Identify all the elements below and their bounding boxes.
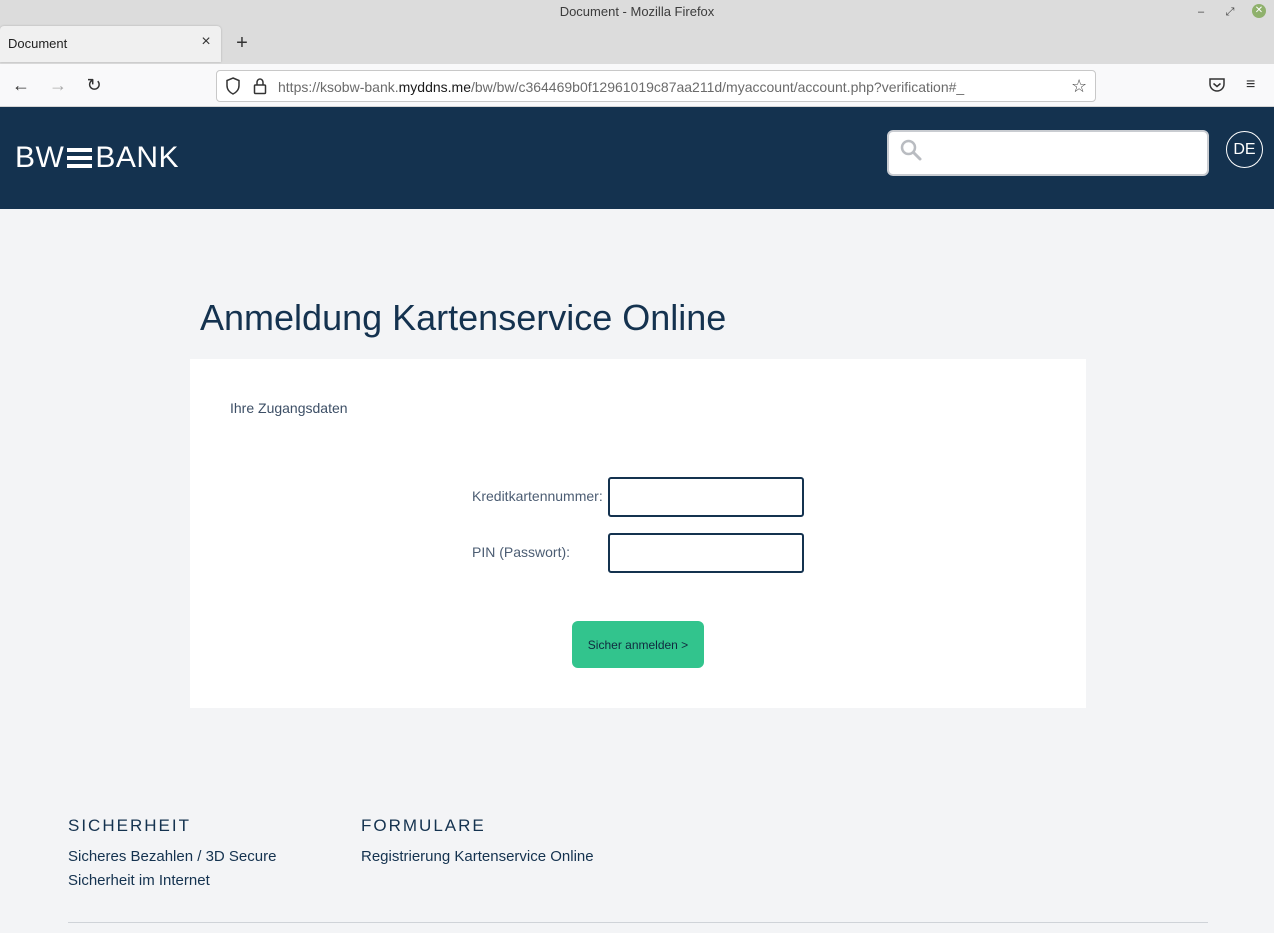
url-text[interactable]: https://ksobw-bank.myddns.me/bw/bw/c3644… (278, 79, 964, 95)
browser-tab[interactable]: Document × (0, 26, 221, 62)
tab-strip: Document × + (0, 24, 1274, 64)
window-title-bar: Document - Mozilla Firefox – ⤢ ✕ (0, 0, 1274, 24)
search-box[interactable] (887, 130, 1209, 176)
footer-column-security: SICHERHEIT Sicheres Bezahlen / 3D Secure… (68, 817, 276, 893)
card-number-input[interactable] (608, 477, 804, 517)
footer-heading: FORMULARE (361, 816, 486, 835)
url-prefix: https://ksobw-bank. (278, 79, 399, 95)
pin-input[interactable] (608, 533, 804, 573)
tab-title: Document (8, 36, 68, 51)
back-icon[interactable]: ← (10, 74, 32, 96)
maximize-icon[interactable]: ⤢ (1222, 4, 1238, 20)
login-card: Ihre Zugangsdaten Kreditkartennummer: PI… (190, 359, 1086, 708)
footer-link-internet-security[interactable]: Sicherheit im Internet (68, 869, 276, 893)
logo-bars-icon (67, 146, 93, 170)
url-path: /bw/bw/c364469b0f12961019c87aa211d/myacc… (470, 79, 965, 95)
language-switcher[interactable]: DE (1226, 131, 1263, 168)
search-icon[interactable] (899, 138, 923, 162)
navigation-bar: ← → ↻ https://ksobw-bank.myddns.me/bw/bw… (0, 64, 1274, 107)
close-window-icon[interactable]: ✕ (1252, 4, 1266, 18)
footer-column-forms: FORMULARE Registrierung Kartenservice On… (361, 817, 594, 869)
logo-text-right: BANK (95, 141, 180, 174)
reload-icon[interactable]: ↻ (83, 74, 105, 96)
new-tab-icon[interactable]: + (232, 33, 252, 53)
window-title: Document - Mozilla Firefox (559, 4, 715, 19)
footer-heading: SICHERHEIT (68, 816, 191, 835)
forward-icon[interactable]: → (47, 74, 69, 96)
hamburger-menu-icon[interactable]: ≡ (1246, 77, 1255, 93)
bw-bank-logo[interactable]: BW BANK (15, 143, 179, 173)
bookmark-star-icon[interactable]: ☆ (1071, 76, 1087, 96)
minimize-icon[interactable]: – (1193, 4, 1209, 20)
logo-text-left: BW (15, 141, 65, 174)
footer-link-registration[interactable]: Registrierung Kartenservice Online (361, 845, 594, 869)
url-domain: myddns.me (398, 79, 471, 95)
pin-label: PIN (Passwort): (472, 544, 571, 560)
footer-divider (68, 922, 1208, 923)
secure-login-button[interactable]: Sicher anmelden > (572, 621, 704, 668)
search-input[interactable] (929, 136, 1199, 170)
site-header: BW BANK DE (0, 107, 1274, 209)
close-tab-icon[interactable]: × (198, 34, 214, 50)
section-label: Ihre Zugangsdaten (230, 400, 348, 416)
page-title: Anmeldung Kartenservice Online (200, 297, 727, 338)
footer-link-3d-secure[interactable]: Sicheres Bezahlen / 3D Secure (68, 845, 276, 869)
url-bar[interactable]: https://ksobw-bank.myddns.me/bw/bw/c3644… (216, 70, 1096, 102)
pocket-icon[interactable] (1208, 76, 1226, 94)
card-number-label: Kreditkartennummer: (472, 488, 603, 504)
lock-icon[interactable] (253, 77, 267, 95)
shield-icon[interactable] (225, 77, 241, 95)
